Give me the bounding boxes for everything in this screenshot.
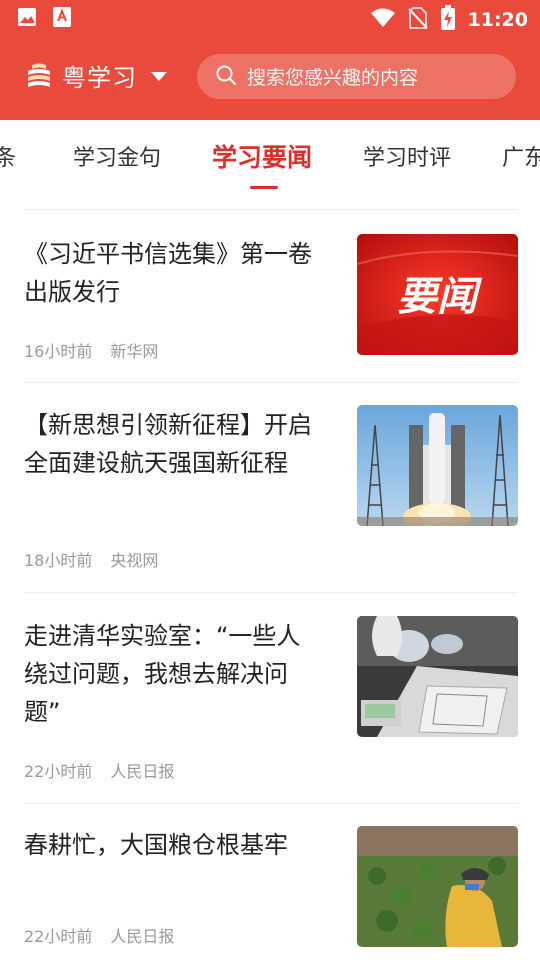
tab-guangdong[interactable]: 广东 [502,140,540,172]
news-item[interactable]: 走进清华实验室：“一些人绕过问题，我想去解决问题” 22小时前 人民日报 [0,593,540,803]
tab-commentary[interactable]: 学习时评 [363,140,451,172]
news-source: 央视网 [110,551,159,570]
news-time: 22小时前 [24,762,93,781]
app-notification-icon [52,6,72,32]
news-meta: 18小时前 央视网 [24,547,158,571]
top-bar: 11:20 粤学习 搜索您感兴趣的内容 [0,0,540,120]
news-source: 人民日报 [110,762,175,781]
search-icon [215,64,237,90]
battery-charging-icon [440,5,456,35]
news-thumbnail-lab [357,616,518,737]
app-name: 粤学习 [62,64,137,92]
news-title: 【新思想引领新征程】开启全面建设航天强国新征程 [24,411,312,477]
status-bar: 11:20 [0,0,540,36]
news-time: 18小时前 [24,551,93,570]
app-logo-icon [24,61,54,91]
active-tab-indicator [250,186,278,189]
news-item[interactable]: 春耕忙，大国粮仓根基牢 22小时前 人民日报 [0,804,540,960]
image-icon [16,6,38,32]
news-meta: 22小时前 人民日报 [24,758,174,782]
news-item[interactable]: 【新思想引领新征程】开启全面建设航天强国新征程 18小时前 央视网 [0,383,540,592]
thumb-text: 要闻 [397,274,483,320]
app-header: 粤学习 搜索您感兴趣的内容 [0,44,540,108]
tab-headlines[interactable]: 条 [0,140,16,172]
news-thumbnail-rocket [357,405,518,526]
tab-golden-quotes[interactable]: 学习金句 [73,140,161,172]
wifi-icon [370,7,396,33]
region-selector[interactable]: 粤学习 [24,58,167,93]
tab-key-news[interactable]: 学习要闻 [212,138,312,174]
chevron-down-icon [151,72,167,81]
status-time: 11:20 [467,9,528,31]
news-thumbnail-yaowen: 要闻 [357,234,518,355]
category-tabs: 条 学习金句 学习要闻 学习时评 广东 [0,120,540,210]
news-time: 16小时前 [24,342,93,361]
news-source: 新华网 [110,342,159,361]
search-placeholder: 搜索您感兴趣的内容 [247,67,419,89]
search-input[interactable]: 搜索您感兴趣的内容 [197,54,516,99]
news-thumbnail-farm [357,826,518,947]
news-title: 《习近平书信选集》第一卷出版发行 [24,240,312,306]
news-meta: 16小时前 新华网 [24,338,158,362]
news-time: 22小时前 [24,927,93,946]
news-meta: 22小时前 人民日报 [24,923,174,947]
news-source: 人民日报 [110,927,175,946]
news-title: 春耕忙，大国粮仓根基牢 [24,831,288,859]
news-item[interactable]: 《习近平书信选集》第一卷出版发行 16小时前 新华网 要闻 [0,210,540,382]
news-title: 走进清华实验室：“一些人绕过问题，我想去解决问题” [24,622,301,726]
no-sim-icon [407,6,428,34]
